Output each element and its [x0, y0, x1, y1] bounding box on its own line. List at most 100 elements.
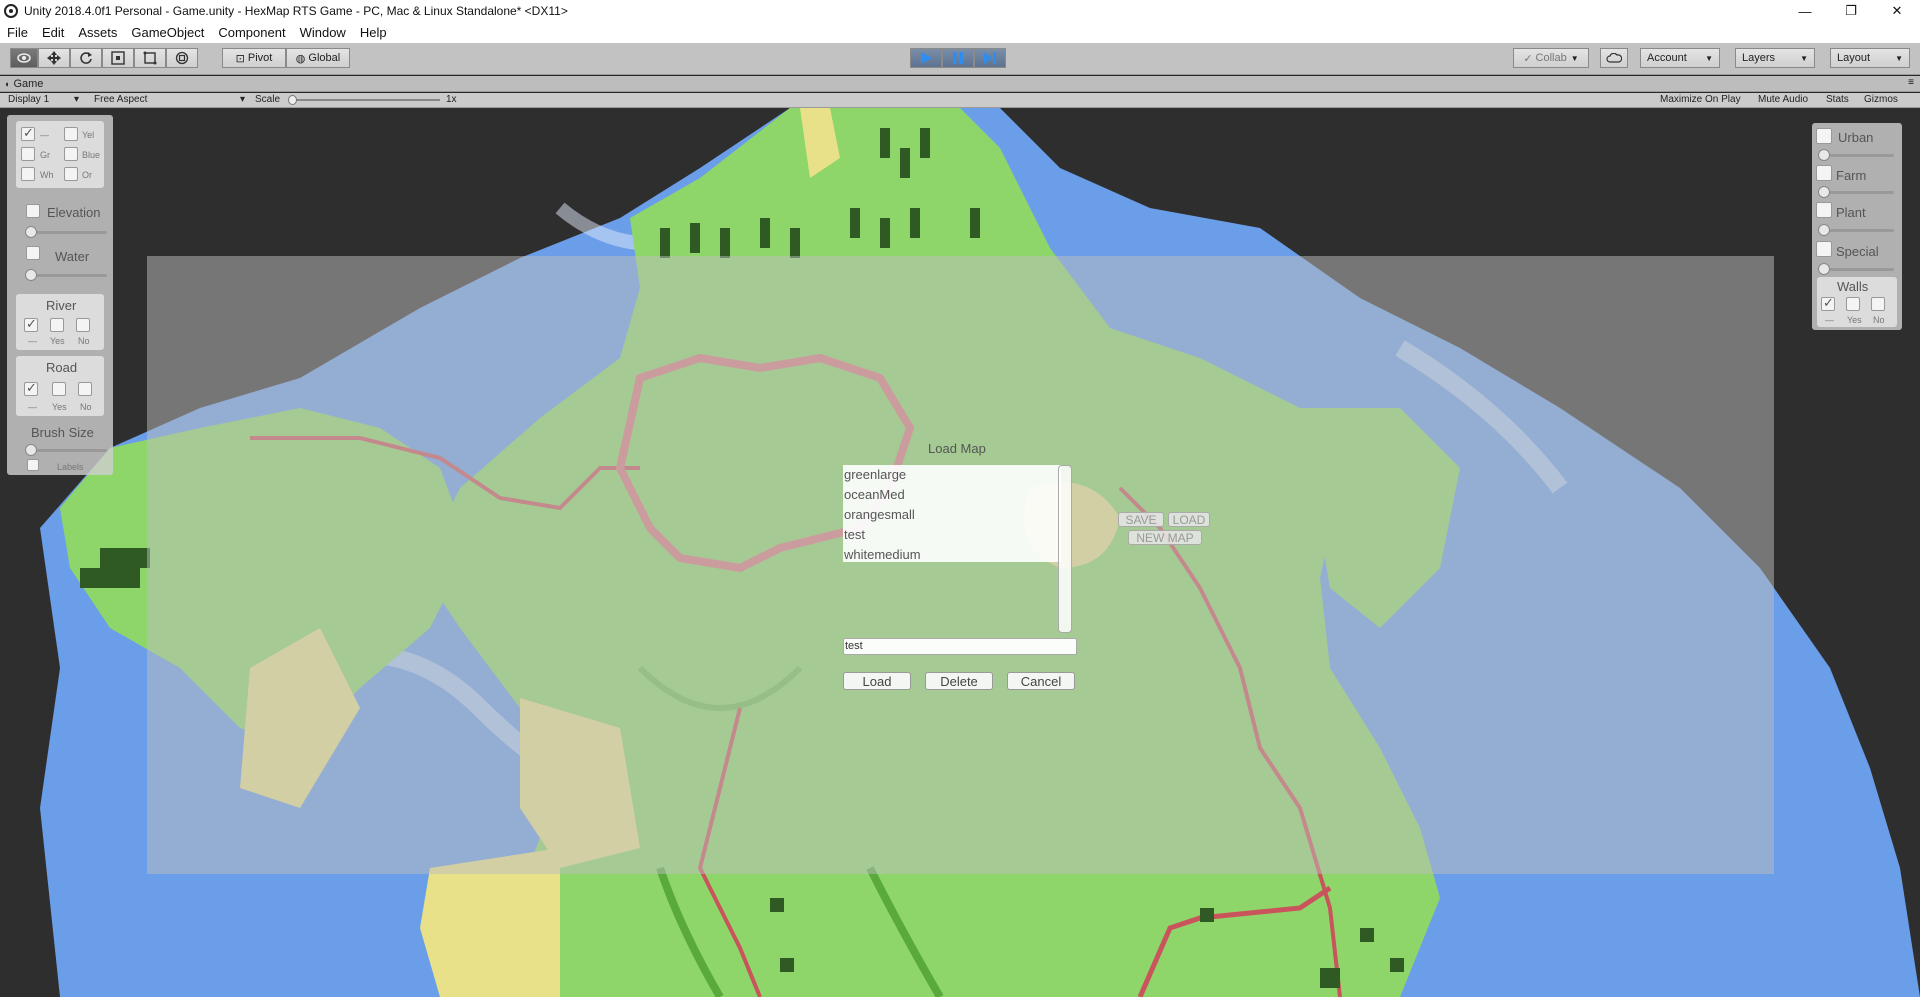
transform-tool-button[interactable] [166, 48, 198, 68]
walls-no-checkbox[interactable] [1871, 297, 1885, 311]
road-none-checkbox[interactable] [24, 380, 38, 396]
menu-file[interactable]: File [0, 25, 35, 40]
road-no-checkbox[interactable] [78, 382, 92, 396]
scale-tool-button[interactable] [102, 48, 134, 68]
hand-tool-button[interactable] [10, 48, 38, 68]
elevation-slider[interactable] [25, 231, 107, 234]
road-group: Road — Yes No [16, 356, 104, 416]
menu-help[interactable]: Help [353, 25, 394, 40]
tab-menu-icon[interactable]: ≡ [1908, 77, 1914, 88]
tab-game[interactable]: ◖ Game [4, 76, 43, 92]
farm-slider-knob[interactable] [1818, 186, 1830, 198]
maximize-on-play-toggle[interactable]: Maximize On Play [1660, 94, 1741, 105]
walls-none-checkbox[interactable] [1821, 295, 1835, 311]
urban-checkbox[interactable] [1816, 128, 1832, 144]
menu-window[interactable]: Window [293, 25, 353, 40]
list-item[interactable]: orangesmall [843, 505, 1061, 525]
global-toggle[interactable]: ◍ Global [286, 48, 350, 68]
river-yes-checkbox[interactable] [50, 318, 64, 332]
move-tool-button[interactable] [38, 48, 70, 68]
account-dropdown[interactable]: Account ▼ [1640, 48, 1720, 68]
scale-slider-knob[interactable] [288, 95, 297, 105]
cancel-button[interactable]: Cancel [1007, 672, 1075, 690]
load-small-button[interactable]: LOAD [1168, 512, 1210, 527]
new-map-button[interactable]: NEW MAP [1128, 530, 1202, 545]
river-none-checkbox[interactable] [24, 316, 38, 332]
color-none-checkbox[interactable] [21, 125, 35, 141]
layout-dropdown[interactable]: Layout ▼ [1830, 48, 1910, 68]
river-group: River — Yes No [16, 294, 104, 350]
pause-button[interactable] [942, 48, 974, 68]
cloud-button[interactable] [1600, 48, 1628, 68]
rect-tool-button[interactable] [134, 48, 166, 68]
color-yellow-label: Yel [82, 130, 95, 140]
color-green-checkbox[interactable] [21, 147, 35, 161]
play-button[interactable] [910, 48, 942, 68]
save-button[interactable]: SAVE [1118, 512, 1164, 527]
minimize-button[interactable]: — [1782, 0, 1828, 22]
road-yes-checkbox[interactable] [52, 382, 66, 396]
scale-label: Scale [255, 94, 281, 105]
pivot-toggle[interactable]: ⊡ Pivot [222, 48, 286, 68]
urban-slider[interactable] [1820, 154, 1894, 157]
special-label: Special [1836, 244, 1879, 259]
elevation-checkbox[interactable] [26, 204, 40, 218]
play-icon [921, 52, 932, 64]
elevation-slider-knob[interactable] [25, 226, 37, 238]
plant-checkbox[interactable] [1816, 202, 1832, 218]
display-dropdown[interactable]: Display 1 [8, 94, 49, 105]
labels-checkbox[interactable] [27, 459, 39, 471]
special-checkbox[interactable] [1816, 241, 1832, 257]
urban-slider-knob[interactable] [1818, 149, 1830, 161]
list-item[interactable]: test [843, 525, 1061, 545]
gizmos-dropdown[interactable]: Gizmos [1864, 94, 1898, 105]
delete-button[interactable]: Delete [925, 672, 993, 690]
list-item[interactable]: oceanMed [843, 485, 1061, 505]
river-no-checkbox[interactable] [76, 318, 90, 332]
menu-assets[interactable]: Assets [71, 25, 124, 40]
color-white-checkbox[interactable] [21, 167, 35, 181]
pause-icon [953, 52, 963, 64]
rotate-tool-button[interactable] [70, 48, 102, 68]
special-slider-knob[interactable] [1818, 263, 1830, 275]
water-checkbox[interactable] [26, 246, 40, 260]
layout-label: Layout [1837, 52, 1871, 64]
farm-checkbox[interactable] [1816, 165, 1832, 181]
brush-size-slider-knob[interactable] [25, 444, 37, 456]
color-blue-checkbox[interactable] [64, 147, 78, 161]
color-orange-checkbox[interactable] [64, 167, 78, 181]
farm-slider[interactable] [1820, 191, 1894, 194]
water-slider[interactable] [25, 274, 107, 277]
list-item[interactable]: whitemedium [843, 545, 1061, 565]
chevron-down-icon: ▾ [74, 94, 80, 105]
collab-dropdown[interactable]: ✓ Collab ▼ [1513, 48, 1589, 68]
menu-component[interactable]: Component [211, 25, 292, 40]
walls-yes-checkbox[interactable] [1846, 297, 1860, 311]
stats-toggle[interactable]: Stats [1826, 94, 1849, 105]
close-button[interactable]: ✕ [1874, 0, 1920, 22]
chevron-down-icon: ▼ [1705, 53, 1713, 63]
pivot-icon: ⊡ [235, 52, 245, 65]
farm-label: Farm [1836, 168, 1867, 183]
mute-audio-toggle[interactable]: Mute Audio [1758, 94, 1808, 105]
menu-gameobject[interactable]: GameObject [124, 25, 211, 40]
list-item[interactable]: greenlarge [843, 465, 1061, 485]
load-button[interactable]: Load [843, 672, 911, 690]
brush-size-slider[interactable] [25, 449, 107, 452]
special-slider[interactable] [1820, 268, 1894, 271]
map-list-scrollbar[interactable] [1058, 465, 1072, 633]
map-name-input[interactable]: test [843, 638, 1077, 655]
maximize-button[interactable]: ❐ [1828, 0, 1874, 22]
playback-controls [910, 48, 1006, 68]
layers-dropdown[interactable]: Layers ▼ [1735, 48, 1815, 68]
scale-slider-track[interactable] [292, 99, 440, 101]
transform-tools [10, 48, 198, 68]
plant-slider[interactable] [1820, 229, 1894, 232]
step-button[interactable] [974, 48, 1006, 68]
color-yellow-checkbox[interactable] [64, 127, 78, 141]
aspect-dropdown[interactable]: Free Aspect [94, 94, 147, 105]
plant-slider-knob[interactable] [1818, 224, 1830, 236]
water-slider-knob[interactable] [25, 269, 37, 281]
menu-edit[interactable]: Edit [35, 25, 71, 40]
scale-value: 1x [446, 94, 457, 105]
